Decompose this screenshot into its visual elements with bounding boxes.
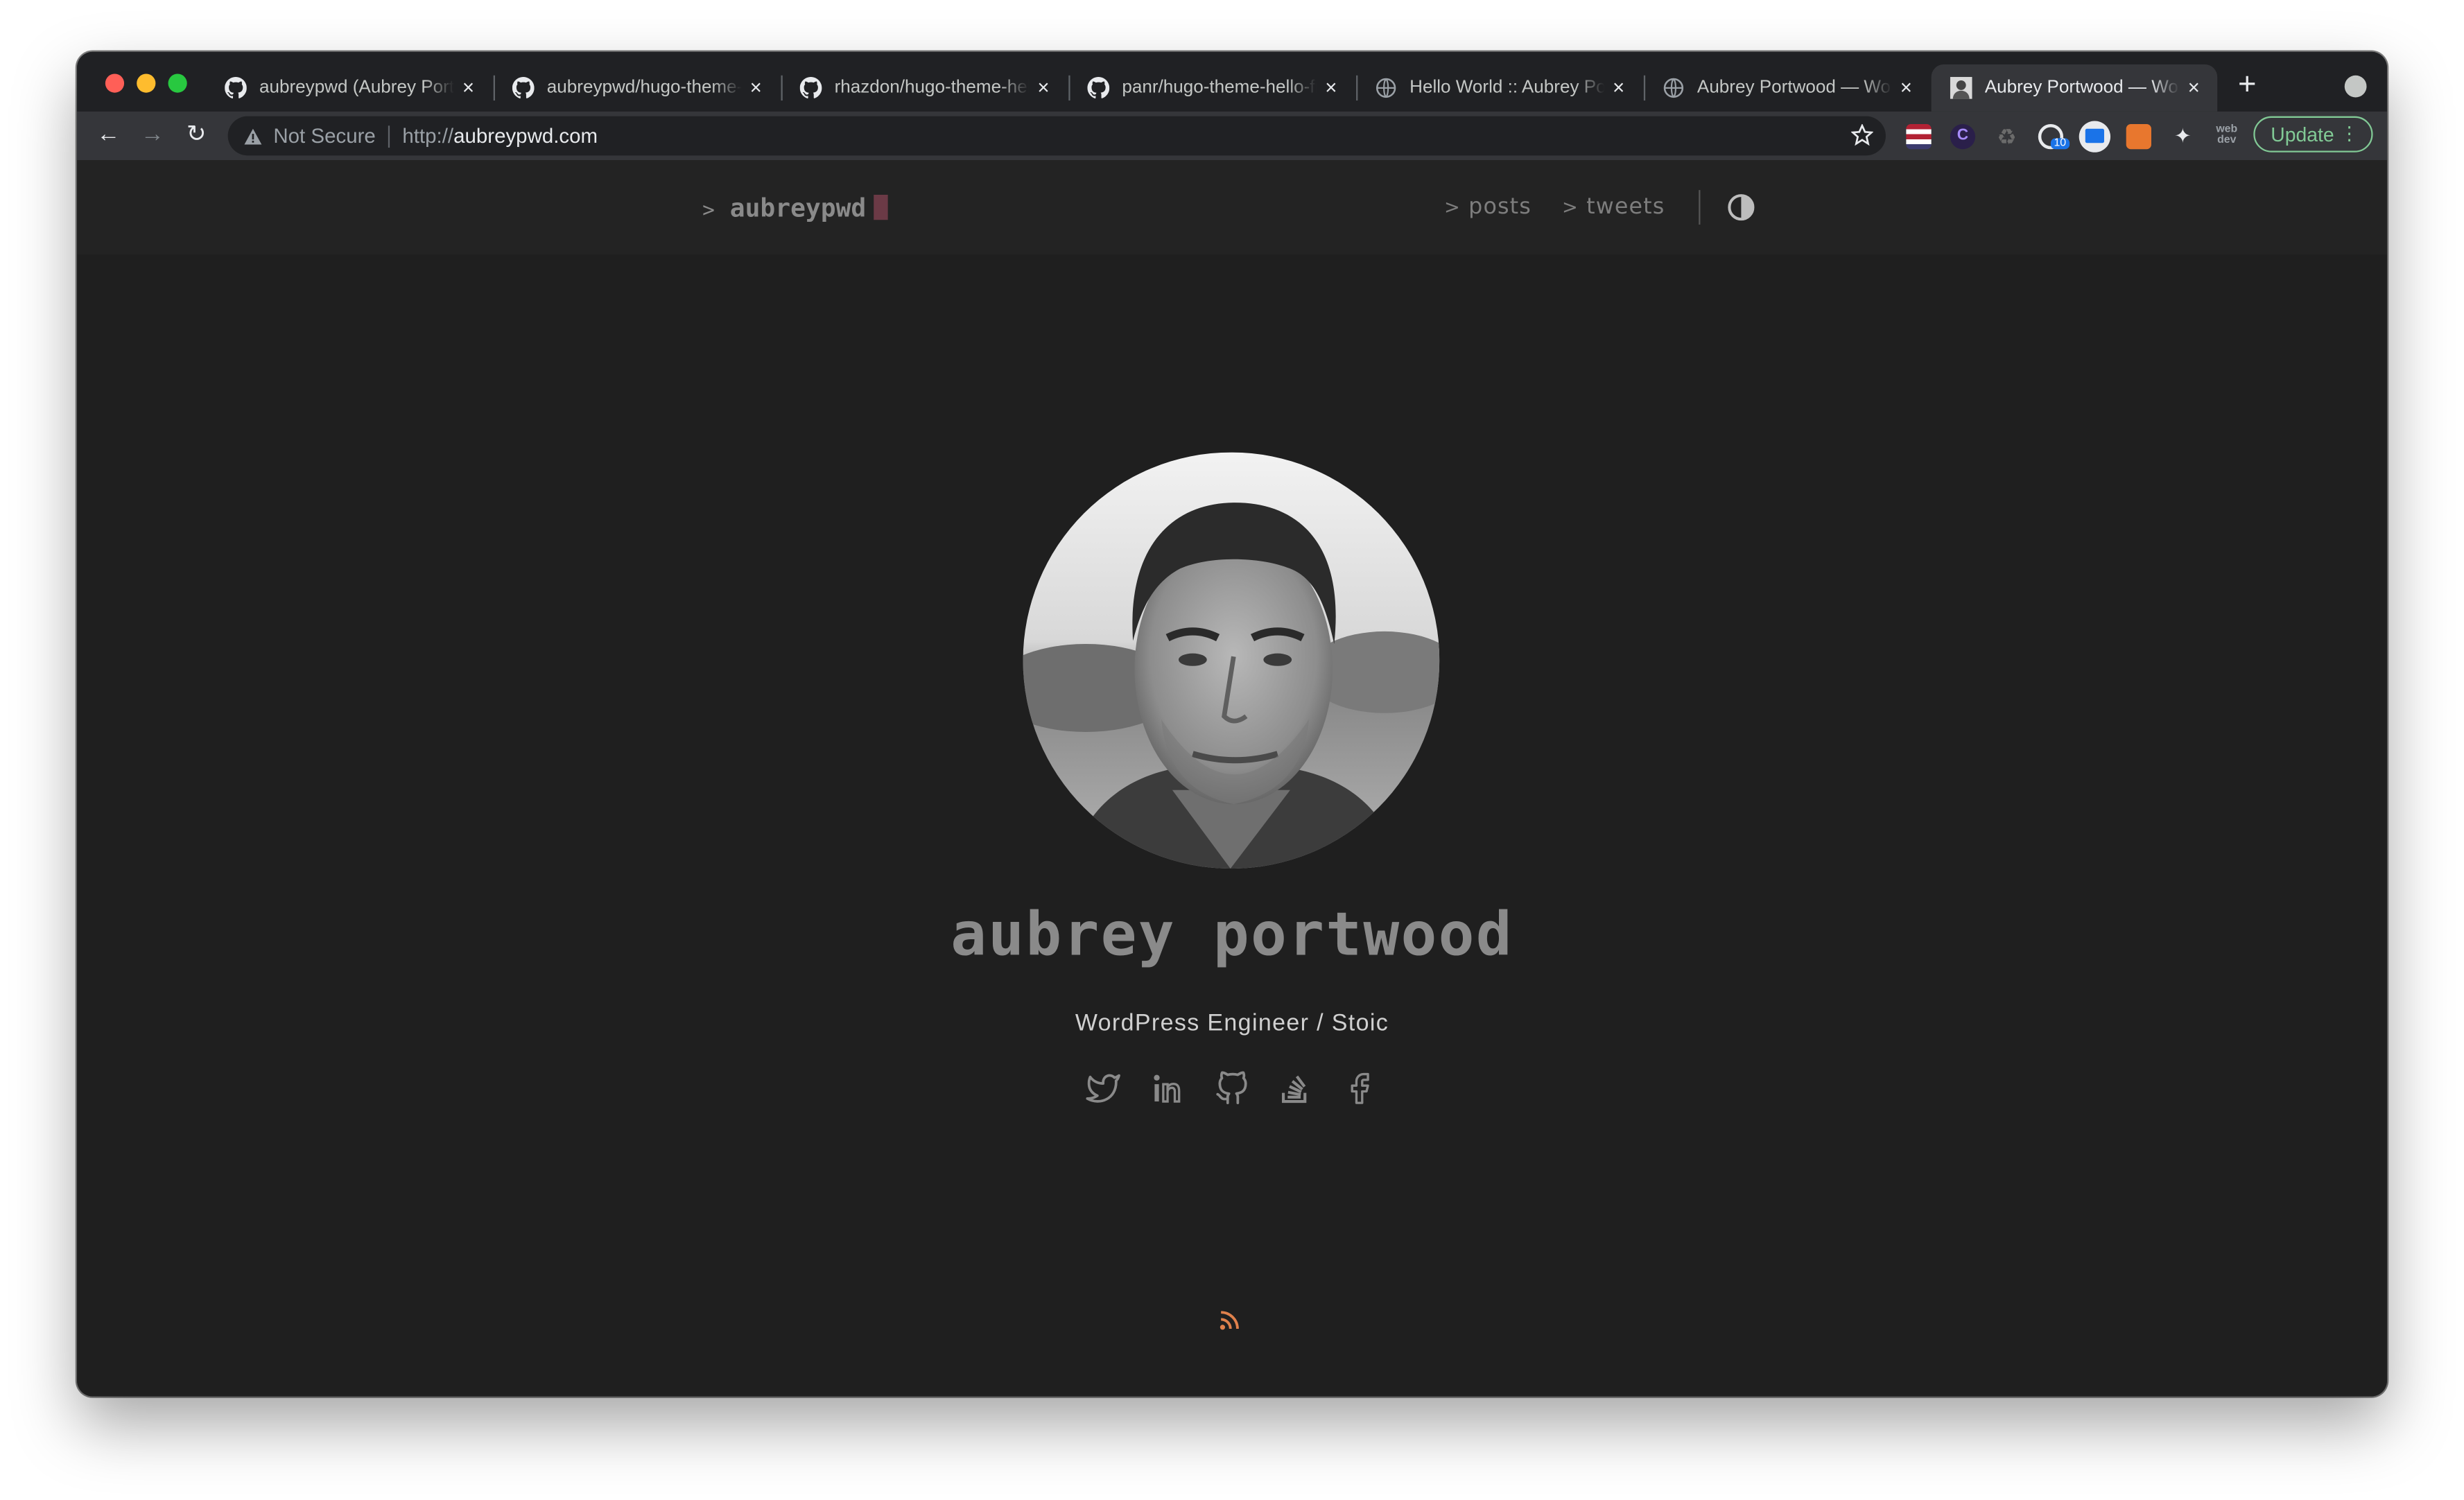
tab-close-icon[interactable]: × bbox=[745, 76, 767, 99]
update-button[interactable]: Update ⋮ bbox=[2253, 116, 2373, 152]
tab-close-icon[interactable]: × bbox=[1608, 76, 1630, 99]
stackoverflow-icon[interactable] bbox=[1278, 1071, 1312, 1106]
rss-icon[interactable] bbox=[1218, 1307, 1243, 1332]
nav-prompt: > bbox=[1444, 196, 1461, 218]
globe-icon bbox=[1376, 78, 1396, 98]
github-icon bbox=[799, 77, 822, 99]
github-icon[interactable] bbox=[1215, 1071, 1249, 1106]
github-icon bbox=[225, 77, 247, 99]
rss-extension-icon[interactable] bbox=[2126, 124, 2151, 150]
tab[interactable]: aubreypwd/hugo-theme-hello-friend-ng × bbox=[494, 64, 780, 112]
new-tab-button[interactable]: + bbox=[2233, 69, 2262, 101]
profile-name: aubrey portwood bbox=[951, 900, 1513, 970]
bookmark-star-icon[interactable] bbox=[1851, 124, 1873, 146]
tab-search-icon[interactable] bbox=[2344, 75, 2367, 98]
c-extension-icon[interactable]: C bbox=[1950, 124, 1976, 150]
browser-toolbar: ← → ↻ Not Secure http://aubreypwd.com C … bbox=[77, 111, 2387, 161]
tab-title: Hello World :: Aubrey Portwood bbox=[1409, 78, 1605, 98]
tab-title: aubreypwd/hugo-theme-hello-friend-ng bbox=[546, 78, 742, 98]
tab-active[interactable]: Aubrey Portwood — WordPress Engineer × bbox=[1931, 64, 2218, 112]
tab-close-icon[interactable]: × bbox=[458, 76, 480, 99]
url-scheme: http:// bbox=[402, 124, 454, 148]
web-dev-icon[interactable]: web dev bbox=[2214, 124, 2239, 149]
window-controls bbox=[105, 73, 187, 93]
site-logo[interactable]: > aubreypwd bbox=[702, 193, 889, 223]
globe-icon bbox=[1663, 78, 1684, 98]
theme-toggle-icon[interactable] bbox=[1727, 193, 1755, 222]
site-header: > aubreypwd > posts > tweets bbox=[77, 160, 2387, 255]
tab-title: panr/hugo-theme-hello-friend bbox=[1122, 78, 1317, 98]
twitter-icon[interactable] bbox=[1086, 1071, 1120, 1106]
logo-text: aubreypwd bbox=[729, 193, 867, 223]
tab-close-icon[interactable]: × bbox=[1320, 76, 1342, 99]
screen-extension-icon[interactable] bbox=[2079, 121, 2111, 152]
nav-prompt: > bbox=[1562, 196, 1579, 218]
extension-badge: 10 bbox=[2050, 138, 2070, 150]
nav-label: tweets bbox=[1586, 194, 1665, 220]
linkedin-icon[interactable] bbox=[1150, 1071, 1185, 1106]
minimize-window-button[interactable] bbox=[137, 73, 156, 93]
forward-arrow-icon[interactable]: → bbox=[138, 121, 166, 149]
tab-close-icon[interactable]: × bbox=[1032, 76, 1055, 99]
github-icon bbox=[512, 77, 535, 99]
tab[interactable]: Aubrey Portwood — WordPress Engineer × bbox=[1644, 64, 1930, 112]
menu-dots-icon[interactable]: ⋮ bbox=[2340, 123, 2359, 145]
zoom-window-button[interactable] bbox=[168, 73, 187, 93]
logo-prompt: > bbox=[702, 199, 715, 223]
badge-extension-icon[interactable]: 10 bbox=[2038, 124, 2070, 150]
site-avatar-icon bbox=[1950, 77, 1972, 99]
tab[interactable]: aubreypwd (Aubrey Portwood) × bbox=[206, 64, 492, 112]
address-bar[interactable]: Not Secure http://aubreypwd.com bbox=[227, 116, 1886, 156]
security-label[interactable]: Not Secure bbox=[273, 124, 375, 148]
close-window-button[interactable] bbox=[105, 73, 125, 93]
github-icon bbox=[1087, 77, 1110, 99]
url-host: aubreypwd.com bbox=[453, 124, 598, 148]
reload-icon[interactable]: ↻ bbox=[182, 121, 211, 149]
profile-tagline: WordPress Engineer / Stoic bbox=[1075, 1010, 1389, 1037]
tab-strip: aubreypwd (Aubrey Portwood) × aubreypwd/… bbox=[77, 51, 2387, 112]
tab-title: rhazdon/hugo-theme-hello-friend-ng bbox=[834, 78, 1030, 98]
logo-cursor bbox=[874, 194, 889, 220]
address-separator bbox=[388, 125, 390, 147]
tab-title: Aubrey Portwood — WordPress Engineer bbox=[1697, 78, 1892, 98]
puzzle-icon[interactable]: ✦ bbox=[2170, 124, 2195, 149]
tab-title: aubreypwd (Aubrey Portwood) bbox=[259, 78, 455, 98]
tab[interactable]: Hello World :: Aubrey Portwood × bbox=[1356, 64, 1642, 112]
tab[interactable]: rhazdon/hugo-theme-hello-friend-ng × bbox=[781, 64, 1068, 112]
nav-label: posts bbox=[1468, 194, 1532, 220]
tab-title: Aubrey Portwood — WordPress Engineer bbox=[1984, 78, 2180, 98]
tab-close-icon[interactable]: × bbox=[2183, 76, 2205, 99]
flag-icon[interactable] bbox=[1906, 124, 1932, 150]
profile-avatar bbox=[1023, 452, 1440, 869]
nav-tweets[interactable]: > tweets bbox=[1562, 195, 1665, 220]
menu-divider bbox=[1699, 190, 1701, 225]
facebook-icon[interactable] bbox=[1342, 1071, 1377, 1106]
recycle-icon[interactable]: ♻ bbox=[1994, 124, 2019, 149]
nav-posts[interactable]: > posts bbox=[1444, 195, 1532, 220]
update-label: Update bbox=[2271, 123, 2334, 146]
web-page: > aubreypwd > posts > tweets aubrey port… bbox=[77, 160, 2387, 1397]
tab-close-icon[interactable]: × bbox=[1895, 76, 1918, 99]
tab[interactable]: panr/hugo-theme-hello-friend × bbox=[1068, 64, 1355, 112]
warning-icon bbox=[244, 128, 262, 144]
browser-window: aubreypwd (Aubrey Portwood) × aubreypwd/… bbox=[77, 51, 2387, 1397]
back-arrow-icon[interactable]: ← bbox=[94, 121, 123, 149]
